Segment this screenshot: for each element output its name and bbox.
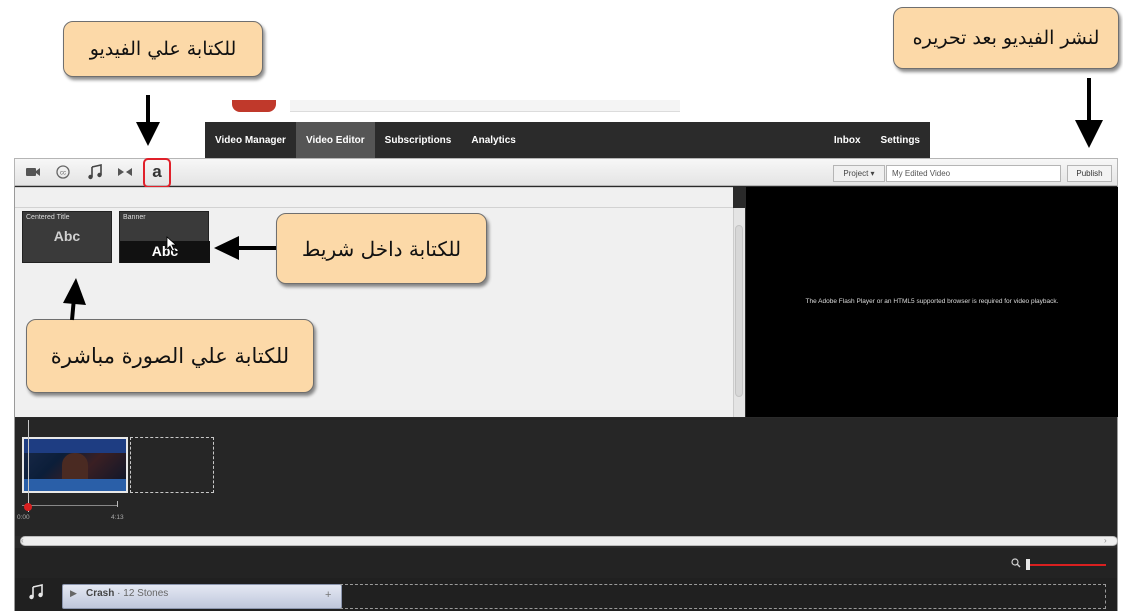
audio-artist: 12 Stones bbox=[123, 588, 169, 599]
page-fragment-red bbox=[232, 100, 276, 112]
clip-banner bbox=[24, 439, 126, 453]
add-audio-icon[interactable]: + bbox=[325, 589, 331, 601]
callout-write-on-image: للكتابة علي الصورة مباشرة bbox=[26, 319, 314, 393]
music-note-icon[interactable] bbox=[84, 162, 106, 182]
clip-ticker bbox=[24, 479, 126, 491]
nav-video-editor[interactable]: Video Editor bbox=[295, 122, 375, 160]
centered-title-tile[interactable]: Centered Title Abc bbox=[22, 211, 112, 263]
arrow-down-icon bbox=[136, 95, 160, 146]
mouse-cursor-icon bbox=[166, 236, 178, 256]
clip-drop-slot[interactable] bbox=[130, 437, 214, 493]
time-ruler bbox=[22, 505, 117, 506]
audio-track-name: Crash bbox=[86, 588, 115, 599]
nav-settings[interactable]: Settings bbox=[871, 122, 930, 160]
time-end-label: 4:13 bbox=[111, 514, 124, 521]
page-fragment bbox=[290, 100, 680, 112]
callout-publish-after-edit: لنشر الفيديو بعد تحريره bbox=[893, 7, 1119, 69]
time-start-label: 0:00 bbox=[17, 514, 30, 521]
play-icon[interactable]: ▶ bbox=[70, 588, 77, 599]
audio-drop-area[interactable] bbox=[340, 584, 1106, 609]
cc-icon[interactable]: cc bbox=[52, 162, 74, 182]
scroll-right-icon[interactable]: › bbox=[1104, 536, 1107, 545]
tile-label: Banner bbox=[123, 214, 146, 221]
zoom-row bbox=[15, 548, 1117, 578]
nav-inbox[interactable]: Inbox bbox=[824, 122, 871, 160]
audio-separator: · bbox=[117, 588, 121, 599]
svg-text:cc: cc bbox=[60, 171, 66, 177]
arrow-down-icon bbox=[1075, 78, 1103, 148]
tile-sample: Abc bbox=[53, 228, 81, 244]
audio-track-label: Crash · 12 Stones bbox=[86, 588, 168, 599]
playhead-line bbox=[28, 420, 29, 512]
callout-write-in-banner: للكتابة داخل شريط bbox=[276, 213, 487, 284]
zoom-slider-track[interactable] bbox=[1026, 564, 1106, 566]
tile-label: Centered Title bbox=[26, 214, 70, 221]
project-dropdown[interactable]: Project ▾ bbox=[833, 165, 885, 182]
banner-sample: Abc bbox=[151, 243, 179, 259]
youtube-nav-bar: Video Manager Video Editor Subscriptions… bbox=[205, 122, 930, 160]
zoom-slider-handle[interactable] bbox=[1026, 559, 1030, 570]
transition-icon[interactable] bbox=[114, 162, 136, 182]
playhead-handle[interactable] bbox=[24, 503, 32, 511]
project-name-field[interactable]: My Edited Video bbox=[886, 165, 1061, 182]
nav-analytics[interactable]: Analytics bbox=[461, 122, 525, 160]
player-message: The Adobe Flash Player or an HTML5 suppo… bbox=[805, 298, 1059, 305]
callout-write-on-video: للكتابة علي الفيديو bbox=[63, 21, 263, 77]
scroll-left-icon[interactable]: ‹ bbox=[21, 536, 24, 545]
video-camera-icon[interactable] bbox=[22, 162, 44, 182]
library-scroll-thumb[interactable] bbox=[735, 225, 743, 397]
ruler-tick bbox=[117, 501, 118, 507]
timeline-scrollbar[interactable] bbox=[20, 536, 1118, 546]
library-divider bbox=[15, 207, 733, 208]
publish-button[interactable]: Publish bbox=[1067, 165, 1112, 182]
magnifier-icon bbox=[1011, 558, 1021, 571]
video-clip-thumbnail[interactable] bbox=[22, 437, 128, 493]
nav-video-manager[interactable]: Video Manager bbox=[205, 122, 296, 160]
text-tool-highlight bbox=[143, 158, 171, 188]
nav-subscriptions[interactable]: Subscriptions bbox=[375, 122, 462, 160]
music-note-icon bbox=[28, 584, 44, 604]
